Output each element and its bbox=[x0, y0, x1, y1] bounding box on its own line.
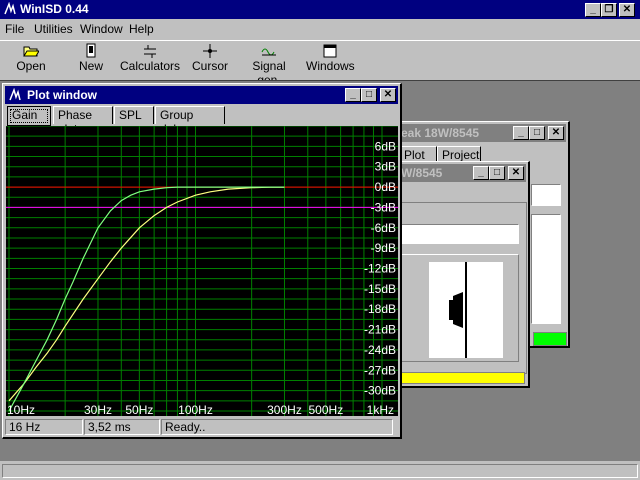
menu-utilities[interactable]: Utilities bbox=[34, 22, 73, 36]
status-delay: 3,52 ms bbox=[84, 419, 160, 435]
driver-close-button[interactable]: ✕ bbox=[508, 166, 524, 180]
x-tick-label: 500Hz bbox=[309, 403, 344, 416]
menu-help[interactable]: Help bbox=[129, 22, 154, 36]
y-tick-label: 3dB bbox=[375, 160, 396, 174]
status-message: Ready.. bbox=[161, 419, 393, 435]
driver-maximize-button[interactable]: □ bbox=[489, 166, 505, 180]
signal-generator-icon bbox=[261, 48, 276, 56]
calculators-button[interactable]: Calculators bbox=[120, 43, 180, 73]
menu-file[interactable]: File bbox=[5, 22, 24, 36]
tab-group-delay[interactable]: Group delay bbox=[155, 106, 225, 136]
y-tick-label: -21dB bbox=[364, 323, 396, 337]
app-status-cell bbox=[2, 464, 638, 478]
driver-name-field[interactable] bbox=[399, 224, 519, 244]
window-icon bbox=[323, 44, 337, 58]
crosshair-cursor-icon bbox=[203, 44, 217, 58]
new-project-icon bbox=[86, 43, 96, 58]
winisd-app-icon bbox=[4, 2, 16, 15]
app-title: WinISD 0.44 bbox=[20, 2, 89, 16]
windows-label: Windows bbox=[306, 59, 355, 73]
y-tick-label: -24dB bbox=[364, 343, 396, 357]
plot-window-title-bar[interactable]: Plot window _ □ ✕ bbox=[5, 86, 398, 104]
windows-button[interactable]: Windows bbox=[306, 43, 355, 73]
project-field[interactable] bbox=[531, 184, 561, 206]
speaker-driver-icon bbox=[429, 262, 503, 358]
open-button[interactable]: Open bbox=[14, 43, 48, 73]
y-tick-label: -6dB bbox=[371, 221, 396, 235]
plot-minimize-button[interactable]: _ bbox=[345, 88, 361, 102]
plot-status-bar: 16 Hz 3,52 ms Ready.. bbox=[5, 417, 397, 436]
new-button[interactable]: New bbox=[74, 43, 108, 73]
project-maximize-button[interactable]: □ bbox=[529, 126, 545, 140]
y-tick-label: -27dB bbox=[364, 363, 396, 377]
plot-close-button[interactable]: ✕ bbox=[380, 88, 396, 102]
cursor-button[interactable]: Cursor bbox=[191, 43, 229, 73]
open-label: Open bbox=[16, 59, 46, 73]
menu-window[interactable]: Window bbox=[80, 22, 123, 36]
y-tick-label: -30dB bbox=[364, 384, 396, 398]
tab-spl[interactable]: SPL bbox=[114, 106, 154, 124]
project-window-title: eak 18W/8545 bbox=[401, 126, 480, 140]
driver-minimize-button[interactable]: _ bbox=[473, 166, 489, 180]
toolbar: Open New Calculators Cursor Signal gen. bbox=[0, 40, 640, 87]
minimize-button[interactable]: _ bbox=[585, 3, 601, 17]
gain-plot[interactable]: 6dB 3dB 0dB -3dB -6dB -9dB -12dB -15dB -18dB -21d… bbox=[6, 126, 398, 416]
x-tick-label: 30Hz bbox=[84, 403, 112, 416]
plot-maximize-button[interactable]: □ bbox=[361, 88, 377, 102]
plot-window-title: Plot window bbox=[27, 88, 97, 102]
new-label: New bbox=[78, 59, 103, 73]
y-tick-label: 6dB bbox=[375, 139, 396, 153]
x-tick-label: 1kHz bbox=[367, 403, 394, 416]
calculator-icon bbox=[144, 45, 156, 58]
app-title-bar: WinISD 0.44 _ ❐ ✕ bbox=[0, 0, 640, 19]
plot-window-icon bbox=[9, 88, 21, 101]
project-close-button[interactable]: ✕ bbox=[548, 126, 564, 140]
project-window-title-bar[interactable]: eak 18W/8545 _ □ ✕ bbox=[395, 124, 566, 142]
x-tick-label: 300Hz bbox=[267, 403, 302, 416]
folder-open-icon bbox=[23, 46, 39, 57]
project-minimize-button[interactable]: _ bbox=[513, 126, 529, 140]
menu-bar: File Utilities Window Help bbox=[0, 19, 640, 39]
x-tick-label: 50Hz bbox=[125, 403, 153, 416]
cursor-label: Cursor bbox=[191, 59, 228, 73]
x-tick-label: 100Hz bbox=[178, 403, 213, 416]
y-tick-label: -3dB bbox=[371, 200, 396, 214]
driver-yellow-bar bbox=[397, 372, 525, 384]
project-list[interactable] bbox=[531, 214, 561, 324]
y-tick-label: -15dB bbox=[364, 282, 396, 296]
close-button[interactable]: ✕ bbox=[619, 3, 635, 17]
y-tick-label: -12dB bbox=[364, 262, 396, 276]
app-status-bar bbox=[0, 462, 640, 480]
status-frequency: 16 Hz bbox=[5, 419, 83, 435]
plot-window[interactable]: Plot window _ □ ✕ Gain Phase plot SPL Gr… bbox=[2, 83, 402, 439]
tab-gain[interactable]: Gain bbox=[7, 106, 51, 126]
y-tick-label: -18dB bbox=[364, 302, 396, 316]
driver-window-title-bar[interactable]: W/8545 _ □ ✕ bbox=[395, 164, 526, 182]
y-tick-label: 0dB bbox=[375, 180, 396, 194]
calculators-label: Calculators bbox=[120, 59, 181, 73]
project-status-bar-green bbox=[533, 332, 567, 346]
tab-phase-plot[interactable]: Phase plot bbox=[53, 106, 113, 136]
restore-button[interactable]: ❐ bbox=[601, 3, 617, 17]
tab-plot-label: Plot bbox=[404, 148, 425, 162]
tab-spl-label: SPL bbox=[119, 108, 142, 122]
driver-window-title: W/8545 bbox=[401, 166, 443, 180]
tab-project-label: Project bbox=[442, 148, 480, 162]
tab-gain-label: Gain bbox=[12, 108, 38, 122]
driver-window[interactable]: W/8545 _ □ ✕ bbox=[392, 161, 530, 388]
y-tick-label: -9dB bbox=[371, 241, 396, 255]
x-tick-label: 10Hz bbox=[7, 403, 35, 416]
